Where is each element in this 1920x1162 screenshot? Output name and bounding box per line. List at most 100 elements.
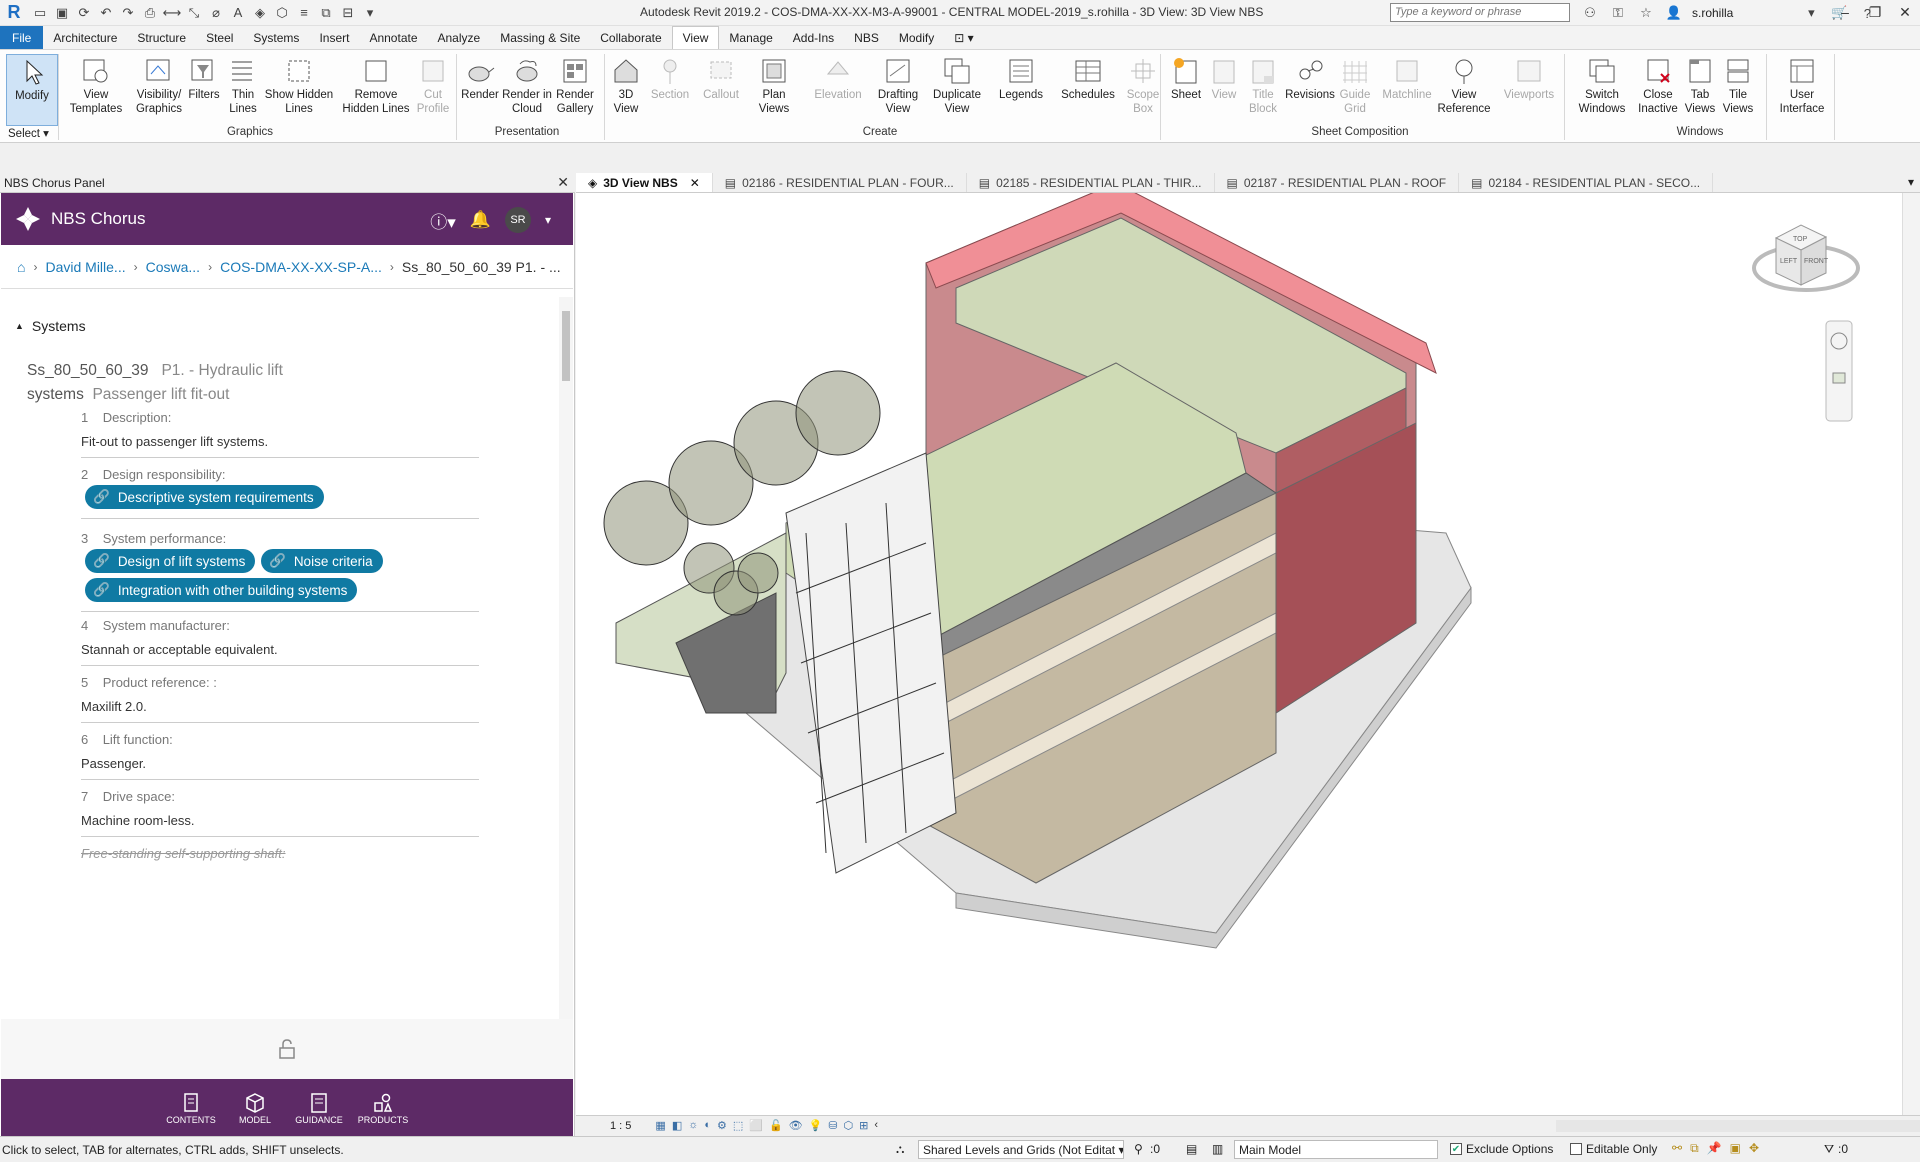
modify-button[interactable]: Modify [6, 54, 58, 126]
tag-link[interactable]: 🔗 Integration with other building system… [85, 578, 358, 602]
callout-button[interactable]: Callout [696, 54, 746, 102]
property-value[interactable]: Fit-out to passenger lift systems. [81, 434, 479, 458]
home-icon[interactable]: ⌂ [17, 259, 25, 275]
viewports-button[interactable]: Viewports [1500, 54, 1558, 102]
drag-elements-icon[interactable]: ✥ [1749, 1141, 1759, 1156]
render-dialog-icon[interactable]: ⚙ [717, 1119, 727, 1132]
ribbon-tab-steel[interactable]: Steel [196, 26, 243, 49]
guide-grid-button[interactable]: Guide Grid [1332, 54, 1378, 116]
view-tab[interactable]: ▤ 02187 - RESIDENTIAL PLAN - ROOF [1215, 173, 1460, 192]
nav-model[interactable]: MODEL [229, 1091, 281, 1125]
drafting-view-button[interactable]: Drafting View [870, 54, 926, 116]
ribbon-tab-structure[interactable]: Structure [127, 26, 196, 49]
ribbon-tab-add-ins[interactable]: Add-Ins [783, 26, 844, 49]
ribbon-tab-architecture[interactable]: Architecture [43, 26, 127, 49]
section-icon[interactable]: ⬡ [272, 3, 292, 23]
section-toggle[interactable]: ▲ Systems [15, 318, 86, 334]
view-tab[interactable]: ▤ 02186 - RESIDENTIAL PLAN - FOUR... [713, 173, 967, 192]
show-hidden-lines-button[interactable]: Show Hidden Lines [264, 54, 334, 116]
tabs-overflow-chevron-icon[interactable]: ▾ [1902, 173, 1920, 192]
scrollbar[interactable] [559, 297, 573, 1019]
editable-only-checkbox[interactable]: Editable Only [1570, 1142, 1657, 1156]
restore-icon[interactable]: ❐ [1860, 0, 1890, 24]
viewcube-front-label[interactable]: FRONT [1804, 258, 1829, 265]
active-option-icon[interactable]: ▥ [1212, 1142, 1223, 1156]
building-model[interactable]: TOP LEFT FRONT [576, 193, 1902, 1115]
ribbon-tab-annotate[interactable]: Annotate [359, 26, 427, 49]
select-pinned-icon[interactable]: 📌 [1707, 1141, 1722, 1156]
shadows-icon[interactable]: ◐ [704, 1119, 711, 1132]
open-icon[interactable]: ▭ [30, 3, 50, 23]
contextual-tab-dropdown-icon[interactable]: ⊡ ▾ [944, 26, 983, 49]
view-scale[interactable]: 1 : 5 [610, 1120, 631, 1132]
viewcube-left-label[interactable]: LEFT [1780, 258, 1798, 265]
subscription-icon[interactable]: ⚿ [1608, 3, 1628, 23]
viewcube-top-label[interactable]: TOP [1793, 236, 1808, 243]
close-icon[interactable]: ✕ [1890, 0, 1920, 24]
tile-views-button[interactable]: Tile Views [1718, 54, 1758, 116]
property-value[interactable]: Stannah or acceptable equivalent. [81, 642, 479, 666]
view-horizontal-scrollbar[interactable] [1556, 1120, 1920, 1132]
view-templates-button[interactable]: View Templates [68, 54, 124, 116]
3d-view-button[interactable]: 3D View [606, 54, 646, 116]
scrollbar-thumb[interactable] [562, 311, 570, 381]
avatar[interactable]: SR [504, 207, 531, 233]
tag-link[interactable]: 🔗 Noise criteria [261, 549, 383, 573]
nav-contents[interactable]: CONTENTS [165, 1091, 217, 1125]
3d-view-icon[interactable]: ◈ [250, 3, 270, 23]
ribbon-tab-nbs[interactable]: NBS [844, 26, 889, 49]
ribbon-tab-file[interactable]: File [0, 26, 44, 49]
save-icon[interactable]: ▣ [52, 3, 72, 23]
sheet-button[interactable]: Sheet [1164, 54, 1208, 102]
temp-hide-icon[interactable]: 👁 [789, 1119, 803, 1132]
plan-views-button[interactable]: Plan Views [752, 54, 796, 116]
view-vertical-scrollbar[interactable] [1902, 193, 1920, 1115]
user-dropdown-chevron-icon[interactable]: ▾ [1801, 3, 1821, 23]
ribbon-tab-manage[interactable]: Manage [719, 26, 782, 49]
view-button[interactable]: View [1204, 54, 1244, 102]
nav-guidance[interactable]: GUIDANCE [293, 1091, 345, 1125]
property-value[interactable]: Maxilift 2.0. [81, 699, 479, 723]
filters-button[interactable]: Filters [184, 54, 224, 102]
tag-link[interactable]: 🔗 Descriptive system requirements [85, 485, 324, 509]
scroll-left-icon[interactable]: ‹ [874, 1119, 878, 1132]
dimension-icon[interactable]: ⤡ [184, 3, 204, 23]
text-icon[interactable]: A [228, 3, 248, 23]
close-hidden-icon[interactable]: ⧉ [316, 3, 336, 23]
user-interface-button[interactable]: User Interface [1772, 54, 1832, 116]
view-reference-button[interactable]: View Reference [1436, 54, 1492, 116]
duplicate-view-button[interactable]: Duplicate View [928, 54, 986, 116]
revit-logo-icon[interactable]: R [2, 1, 26, 25]
sun-path-icon[interactable]: ☼ [688, 1119, 698, 1132]
ribbon-tab-collaborate[interactable]: Collaborate [590, 26, 671, 49]
ribbon-tab-analyze[interactable]: Analyze [428, 26, 491, 49]
analytical-model-icon[interactable]: ⬡ [844, 1119, 854, 1132]
visibility-graphics-button[interactable]: Visibility/ Graphics [128, 54, 190, 116]
navigation-bar[interactable] [1825, 320, 1853, 422]
select-underlay-icon[interactable]: ⧉ [1690, 1141, 1699, 1156]
user-icon[interactable]: 👤 [1664, 3, 1684, 23]
cut-profile-button[interactable]: Cut Profile [412, 54, 454, 116]
revisions-button[interactable]: Revisions [1282, 54, 1338, 102]
view-tab[interactable]: ▤ 02184 - RESIDENTIAL PLAN - SECO... [1459, 173, 1714, 192]
unlock-icon[interactable] [277, 1038, 297, 1060]
worksets-icon[interactable]: ⛬ [896, 1142, 904, 1157]
design-option-dropdown[interactable]: Main Model [1234, 1140, 1438, 1159]
print-icon[interactable]: ⎙ [140, 3, 160, 23]
viewcube[interactable]: TOP LEFT FRONT [1752, 224, 1860, 292]
filter-icon[interactable]: ⛛ [1824, 1142, 1834, 1157]
thin-lines-icon[interactable]: ≡ [294, 3, 314, 23]
close-icon[interactable]: ✕ [557, 174, 569, 191]
tab-views-button[interactable]: Tab Views [1682, 54, 1718, 116]
title-block-button[interactable]: Title Block [1240, 54, 1286, 116]
legends-button[interactable]: Legends [994, 54, 1048, 102]
switch-windows-icon[interactable]: ⊟ [338, 3, 358, 23]
ribbon-tab-insert[interactable]: Insert [309, 26, 359, 49]
switch-windows-button[interactable]: Switch Windows [1572, 54, 1632, 116]
elevation-button[interactable]: Elevation [810, 54, 866, 102]
tag-link[interactable]: 🔗 Design of lift systems [85, 549, 256, 573]
property-value[interactable]: Machine room-less. [81, 813, 479, 837]
minimize-icon[interactable]: – [1830, 0, 1860, 24]
nav-products[interactable]: PRODUCTS [357, 1091, 409, 1125]
search-input[interactable]: Type a keyword or phrase [1390, 3, 1570, 22]
